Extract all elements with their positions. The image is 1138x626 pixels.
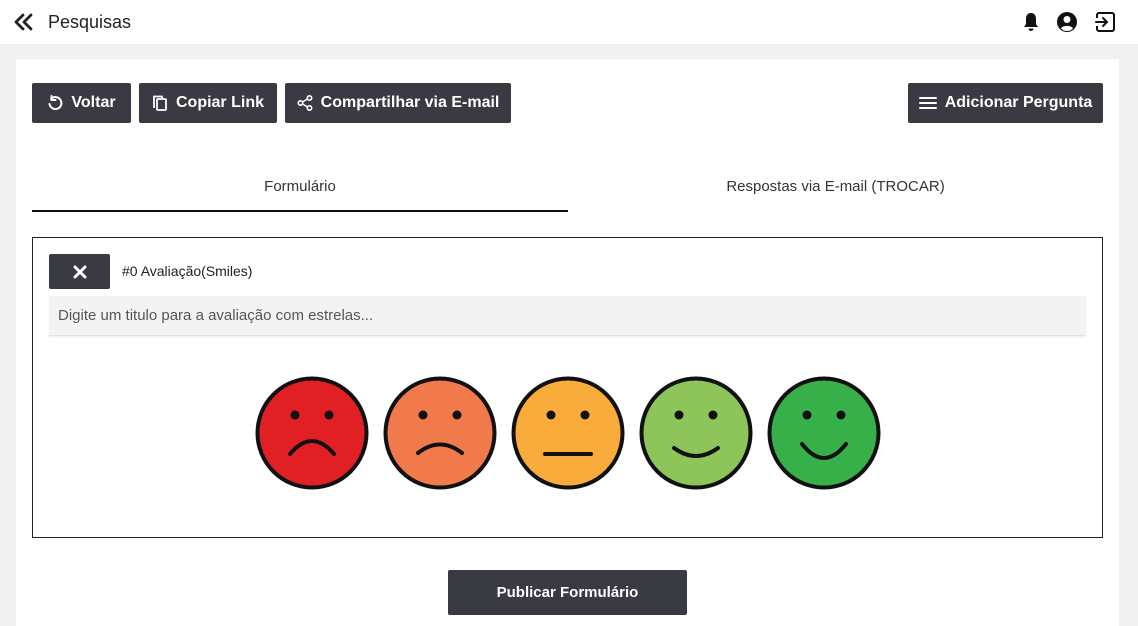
share-icon bbox=[297, 95, 313, 111]
publicar-formulario-button[interactable]: Publicar Formulário bbox=[448, 570, 687, 615]
compartilhar-email-label: Compartilhar via E-mail bbox=[320, 94, 500, 111]
close-icon bbox=[73, 265, 86, 278]
smile-unhappy-icon[interactable] bbox=[383, 376, 497, 490]
menu-lines-icon bbox=[918, 97, 937, 109]
bell-icon[interactable] bbox=[1019, 10, 1043, 34]
smile-very-unhappy-icon[interactable] bbox=[255, 376, 369, 490]
back-chevrons-icon[interactable] bbox=[12, 10, 36, 34]
adicionar-pergunta-label: Adicionar Pergunta bbox=[944, 94, 1093, 111]
compartilhar-email-button[interactable]: Compartilhar via E-mail bbox=[285, 83, 511, 123]
logout-icon[interactable] bbox=[1094, 10, 1118, 34]
page-title: Pesquisas bbox=[48, 12, 132, 32]
copiar-link-button[interactable]: Copiar Link bbox=[139, 83, 277, 123]
question-title-input[interactable] bbox=[49, 296, 1086, 336]
voltar-button[interactable]: Voltar bbox=[32, 83, 131, 123]
remove-question-button[interactable] bbox=[49, 254, 110, 289]
question-block: #0 Avaliação(Smiles) bbox=[32, 237, 1103, 538]
tab-formulario[interactable]: Formulário bbox=[32, 159, 568, 213]
form-card: Voltar Copiar Link Compartilhar via E-ma… bbox=[16, 59, 1119, 626]
adicionar-pergunta-button[interactable]: Adicionar Pergunta bbox=[908, 83, 1103, 123]
active-tab-indicator bbox=[32, 210, 568, 212]
user-account-icon[interactable] bbox=[1055, 10, 1079, 34]
tab-respostas-email[interactable]: Respostas via E-mail (TROCAR) bbox=[568, 159, 1103, 213]
top-bar: Pesquisas bbox=[0, 0, 1138, 44]
voltar-label: Voltar bbox=[71, 94, 116, 111]
smile-very-happy-icon[interactable] bbox=[767, 376, 881, 490]
smile-happy-icon[interactable] bbox=[639, 376, 753, 490]
undo-icon bbox=[48, 95, 63, 111]
copy-icon bbox=[153, 95, 167, 111]
copiar-link-label: Copiar Link bbox=[175, 94, 264, 111]
smile-neutral-icon[interactable] bbox=[511, 376, 625, 490]
question-label: #0 Avaliação(Smiles) bbox=[122, 263, 253, 279]
